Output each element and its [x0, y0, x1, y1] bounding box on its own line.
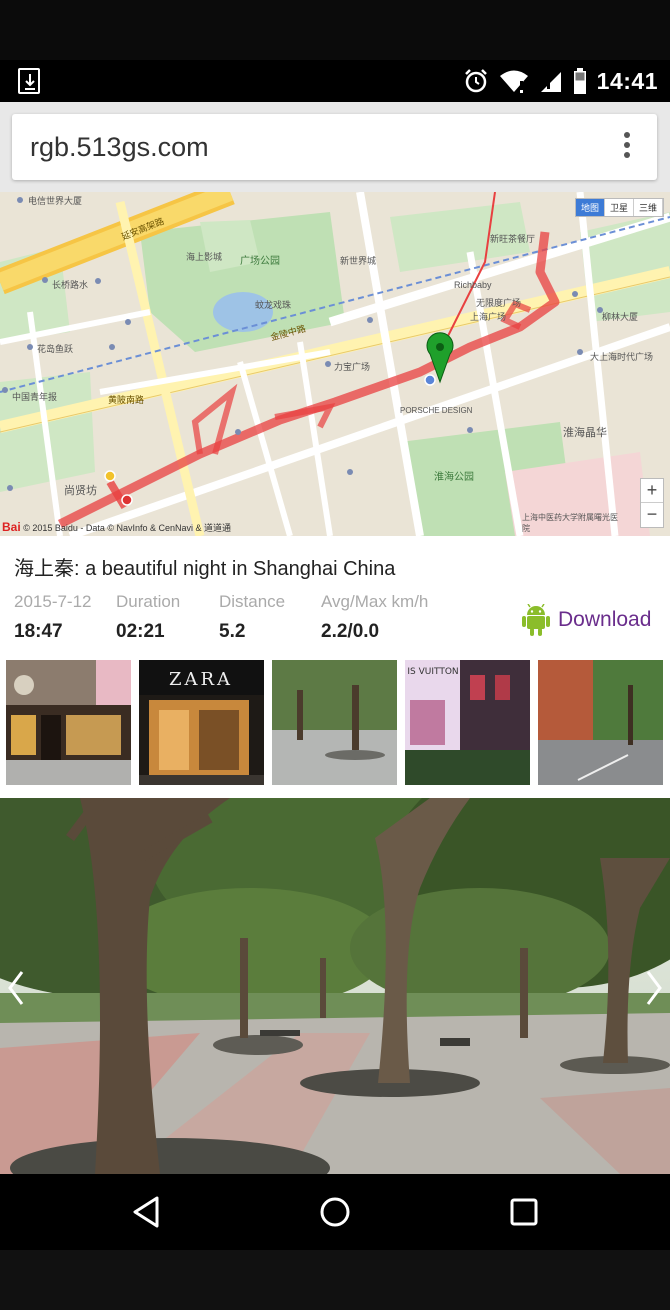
- map-copyright: Bai © 2015 Baidu - Data © NavInfo & CenN…: [2, 520, 231, 534]
- map-label: 蚊龙戏珠: [255, 300, 292, 310]
- map-label: 中国青年报: [12, 392, 58, 402]
- zoom-control: + −: [640, 478, 664, 528]
- zara-sign: ZARA: [169, 669, 233, 690]
- stat-date: 2015-7-12 18:47: [14, 592, 92, 643]
- top-black-band: [0, 0, 670, 60]
- map-label: 长桥路水: [52, 280, 89, 290]
- stat-label: Duration: [116, 592, 181, 611]
- zoom-out-button[interactable]: −: [641, 503, 663, 527]
- track-title: 海上秦: a beautiful night in Shanghai China: [14, 558, 396, 580]
- bottom-black-band: [0, 1250, 670, 1310]
- stat-value: 5.2: [219, 621, 246, 642]
- map-type-switcher: 地图 卫星 三维: [574, 198, 664, 217]
- thumbnail-louis-vuitton[interactable]: IS VUITTON: [405, 660, 530, 785]
- address-bar[interactable]: rgb.513gs.com: [12, 114, 657, 180]
- map-label: PORSCHE DESIGN: [400, 406, 473, 415]
- baidu-logo: Bai: [2, 520, 21, 534]
- map-label: 新世界城: [340, 256, 377, 266]
- map-label: 柳林大厦: [602, 312, 639, 322]
- lv-sign: IS VUITTON: [407, 667, 458, 677]
- stat-label: Distance: [219, 592, 286, 611]
- map-label: Richbaby: [454, 280, 492, 290]
- browser-toolbar: rgb.513gs.com: [0, 102, 670, 192]
- overflow-menu-icon[interactable]: [621, 132, 633, 162]
- back-triangle-icon[interactable]: [129, 1194, 165, 1230]
- stat-value: 18:47: [14, 621, 63, 642]
- chevron-left-icon[interactable]: [6, 968, 26, 1008]
- map-label: 无限度广场: [476, 298, 522, 308]
- copyright-text: © 2015 Baidu - Data © NavInfo & CenNavi …: [23, 523, 232, 533]
- system-nav-bar: [0, 1174, 670, 1250]
- web-page: 电信世界大厦 延安高架路 海上影城 广场公园 长桥路水 新旺茶餐厅 新世界城 蚊…: [0, 192, 670, 1174]
- map-label: 上海中医药大学附属曙光医院: [522, 513, 618, 533]
- stat-duration: Duration 02:21: [116, 592, 180, 643]
- clock-time: 14:41: [596, 67, 658, 94]
- thumbnail-tree-plaza[interactable]: [272, 660, 397, 785]
- home-circle-icon[interactable]: [317, 1194, 353, 1230]
- alarm-icon: [464, 69, 487, 93]
- stat-distance: Distance 5.2: [219, 592, 285, 643]
- android-icon: [522, 604, 550, 636]
- map-label: 淮海公园: [434, 472, 474, 483]
- stat-speed: Avg/Max km/h 2.2/0.0: [321, 592, 428, 643]
- wifi-icon: [499, 70, 528, 93]
- thumbnail-street[interactable]: [538, 660, 663, 785]
- map-type-satellite-button[interactable]: 卫星: [605, 199, 634, 216]
- map-label: 花岛鱼跃: [37, 344, 74, 354]
- map-type-3d-button[interactable]: 三维: [634, 199, 663, 216]
- download-notification-icon: [18, 68, 40, 94]
- map-label: 新旺茶餐厅: [490, 234, 536, 244]
- stat-value: 2.2/0.0: [321, 621, 380, 642]
- map-label: 尚贤坊: [64, 485, 97, 497]
- download-button[interactable]: Download: [522, 604, 651, 636]
- status-bar: 14:41: [0, 60, 670, 102]
- thumbnail-k11-storefront[interactable]: [6, 660, 131, 785]
- signal-icon: [540, 72, 561, 92]
- url-text[interactable]: rgb.513gs.com: [30, 132, 209, 163]
- stat-value: 02:21: [116, 621, 165, 642]
- map-type-map-button[interactable]: 地图: [575, 199, 605, 216]
- hero-photo[interactable]: [0, 798, 670, 1174]
- thumbnail-zara-store[interactable]: ZARA: [139, 660, 264, 785]
- stat-label: Avg/Max km/h: [321, 592, 429, 611]
- map-label: 广场公园: [240, 256, 280, 267]
- download-label: Download: [558, 608, 652, 631]
- map-label: 大上海时代广场: [590, 352, 654, 362]
- map-label: 黄陂南路: [108, 395, 145, 405]
- zoom-in-button[interactable]: +: [641, 479, 663, 503]
- stat-label: 2015-7-12: [14, 592, 92, 611]
- track-stats: 2015-7-12 18:47 Duration 02:21 Distance …: [14, 592, 514, 648]
- map-label: 上海广场: [470, 312, 507, 322]
- photo-thumbnails: ZARA IS VUITTON: [6, 660, 670, 786]
- map-label: 海上影城: [186, 252, 223, 262]
- recents-square-icon[interactable]: [506, 1194, 542, 1230]
- chevron-right-icon[interactable]: [644, 968, 664, 1008]
- route-map[interactable]: 电信世界大厦 延安高架路 海上影城 广场公园 长桥路水 新旺茶餐厅 新世界城 蚊…: [0, 192, 670, 536]
- map-label: 力宝广场: [334, 362, 371, 372]
- hero-photo-image: [0, 798, 670, 1174]
- map-label: 电信世界大厦: [28, 196, 83, 206]
- battery-icon: [573, 68, 586, 94]
- map-label: 淮海晶华: [563, 427, 607, 439]
